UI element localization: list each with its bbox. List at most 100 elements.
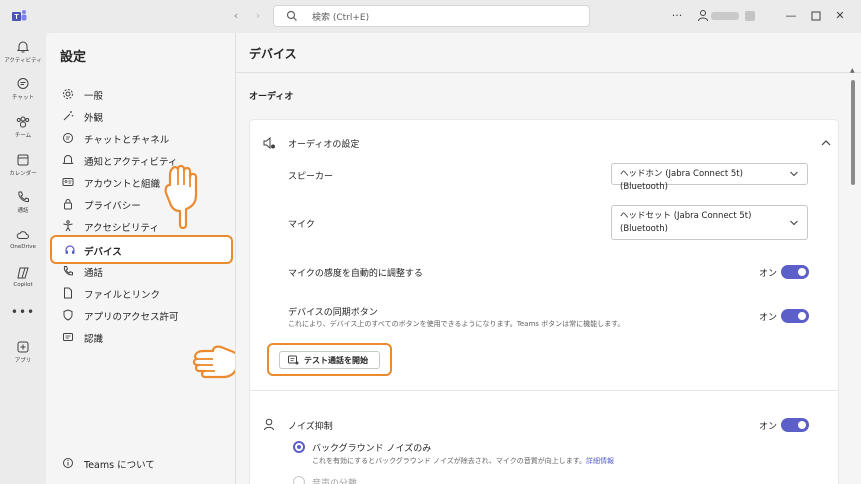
phone-icon [18,191,29,203]
settings-item-general[interactable]: 一般 [60,84,230,104]
bell-icon [62,155,74,164]
minimize-icon[interactable]: — [785,9,797,23]
sync-buttons-description: これにより、デバイス上のすべてのボタンを使用できるようになります。Teams ボ… [288,320,625,328]
more-options-icon[interactable]: ··· [670,9,684,23]
settings-item-label: 認識 [84,334,104,345]
close-icon[interactable]: ✕ [834,9,846,23]
settings-item-privacy[interactable]: プライバシー [60,194,230,214]
settings-item-label: アクセシビリティ [84,223,159,234]
noise-suppression-icon [264,418,274,431]
account-icon[interactable] [697,9,709,23]
rail-item-calendar[interactable]: カレンダー [0,153,46,177]
settings-panel: 設定 一般 外観 チャットとチャネル 通知とアクティビティ アカウントと組織 プ… [46,33,258,484]
test-call-highlight: テスト通話を開始 [267,343,392,376]
teams-icon [16,116,30,128]
rail-item-copilot[interactable]: Copilot [0,266,46,288]
settings-item-label: アカウントと組織 [84,179,161,190]
shield-icon [63,309,73,321]
radio-voice-isolation[interactable] [293,476,305,484]
bell-icon [17,41,29,53]
auto-adjust-label: マイクの感度を自動的に調整する [288,269,423,279]
settings-item-files[interactable]: ファイルとリンク [60,283,230,303]
auto-adjust-toggle[interactable] [781,265,809,279]
id-card-icon [62,178,74,186]
settings-item-label: Teams について [84,460,155,471]
test-call-icon [288,355,299,365]
scrollbar-thumb[interactable] [851,80,855,185]
search-input[interactable]: 検索 (Ctrl+E) [273,5,590,27]
rail-label: アプリ [14,358,32,364]
page-title: デバイス [249,47,297,61]
more-apps-icon[interactable]: ••• [0,305,46,319]
avatar[interactable] [745,11,755,21]
settings-item-app-permissions[interactable]: アプリのアクセス許可 [60,305,230,325]
title-bar: T ‹ › 検索 (Ctrl+E) ··· — ✕ [0,0,861,33]
rail-item-apps[interactable]: アプリ [0,340,46,364]
search-icon [286,10,297,21]
chevron-down-icon [790,171,798,177]
app-rail: アクティビティ チャット チーム カレンダー 通話 OneDrive Copil… [0,33,46,484]
chat-icon [63,133,73,143]
divider [250,390,838,391]
calendar-icon [17,154,29,166]
headset-icon [65,245,75,254]
rail-label: 通話 [17,208,29,214]
settings-item-devices[interactable]: デバイス [50,235,233,264]
speaker-select[interactable]: ヘッドホン (Jabra Connect 5t) (Bluetooth) [611,163,808,192]
document-icon [64,287,72,299]
pointing-hand-down-icon [164,164,198,230]
settings-item-about[interactable]: Teams について [60,453,230,473]
settings-item-label: ファイルとリンク [84,290,161,301]
copilot-icon [17,267,29,279]
rail-item-chat[interactable]: チャット [0,77,46,101]
settings-item-label: 通話 [84,268,104,279]
mic-select[interactable]: ヘッドセット (Jabra Connect 5t) (Bluetooth) [611,205,808,240]
noise-suppression-toggle[interactable] [781,418,809,432]
settings-item-label: チャットとチャネル [84,135,170,146]
forward-arrow-icon[interactable]: › [251,9,265,23]
details-link[interactable]: 詳細情報 [586,457,614,465]
accessibility-icon [63,220,73,232]
main-panel: デバイス オーディオ オーディオの設定 スピーカー ヘッドホン (Jabra C… [235,33,861,484]
rail-item-calls[interactable]: 通話 [0,190,46,214]
rail-label: カレンダー [9,171,37,177]
back-arrow-icon[interactable]: ‹ [229,9,243,23]
settings-item-appearance[interactable]: 外観 [60,106,230,126]
maximize-icon[interactable] [811,11,821,21]
settings-item-accounts[interactable]: アカウントと組織 [60,172,230,192]
chevron-up-icon[interactable] [820,138,832,148]
start-test-call-label: テスト通話を開始 [304,356,368,365]
settings-item-chat-channels[interactable]: チャットとチャネル [60,128,230,148]
mic-value-line2: (Bluetooth) [620,224,668,234]
add-app-icon [17,341,29,353]
settings-item-calls[interactable]: 通話 [60,261,230,281]
radio-background-noise[interactable] [293,441,305,453]
gear-icon [63,89,73,99]
audio-settings-title: オーディオの設定 [288,140,360,150]
search-placeholder: 検索 (Ctrl+E) [312,13,370,23]
section-heading-audio: オーディオ [249,92,294,102]
audio-settings-card: オーディオの設定 スピーカー ヘッドホン (Jabra Connect 5t) … [249,119,839,484]
settings-item-label: 外観 [84,113,104,124]
settings-item-label: 一般 [84,91,104,102]
rail-label: アクティビティ [4,58,42,64]
mic-label: マイク [288,220,315,230]
settings-item-label: アプリのアクセス許可 [84,312,179,323]
rail-item-teams[interactable]: チーム [0,115,46,139]
svg-text:T: T [14,14,19,21]
rail-label: チャット [12,95,34,101]
cloud-icon [16,231,29,239]
rail-item-activity[interactable]: アクティビティ [0,40,46,64]
voice-isolation-label: 音声の分離 [312,479,358,484]
start-test-call-button[interactable]: テスト通話を開始 [279,351,380,369]
scroll-up-icon[interactable]: ▲ [850,67,855,74]
wand-icon [63,111,74,121]
settings-item-notifications[interactable]: 通知とアクティビティ [60,150,230,170]
settings-item-accessibility[interactable]: アクセシビリティ [60,216,230,236]
speaker-label: スピーカー [288,172,334,182]
settings-title: 設定 [60,50,87,65]
speaker-value: ヘッドホン (Jabra Connect 5t) (Bluetooth) [620,169,743,192]
rail-label: Copilot [13,282,33,288]
sync-buttons-toggle[interactable] [781,309,809,323]
rail-item-onedrive[interactable]: OneDrive [0,228,46,250]
